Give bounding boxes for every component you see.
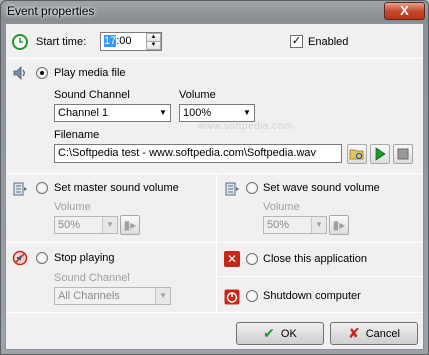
chevron-down-icon: ▼	[311, 217, 326, 233]
volume-control-icon	[224, 181, 240, 197]
cancel-label: Cancel	[365, 328, 400, 340]
browse-folder-button[interactable]	[347, 144, 367, 164]
wave-volume-test-button[interactable]: ▮▸	[329, 215, 349, 235]
speaker-icon	[12, 65, 28, 81]
wave-volume-label: Set wave sound volume	[263, 182, 380, 194]
stop-icon	[397, 148, 409, 160]
separator	[6, 312, 423, 313]
filename-input[interactable]: C:\Softpedia test - www.softpedia.com\So…	[54, 144, 342, 163]
wave-volume-radio[interactable]	[246, 182, 258, 194]
play-button[interactable]	[370, 144, 390, 164]
master-volume-select[interactable]: 50% ▼	[54, 216, 118, 234]
ok-label: OK	[280, 328, 297, 340]
separator	[6, 58, 423, 59]
chevron-down-icon: ▼	[155, 288, 170, 304]
start-time-hours: 17	[104, 35, 117, 47]
play-media-label: Play media file	[54, 67, 126, 79]
enabled-label: Enabled	[308, 36, 349, 48]
title-bar[interactable]: Event properties X	[1, 1, 428, 21]
start-time-spin-down[interactable]: ▼	[146, 41, 161, 50]
sound-channel-select[interactable]: Channel 1 ▼	[54, 104, 171, 122]
volume-label: Volume	[179, 89, 216, 101]
clock-icon	[12, 34, 28, 50]
window-close-button[interactable]: X	[384, 2, 425, 20]
stop-sound-icon	[12, 250, 28, 266]
start-time-label: Start time:	[36, 36, 87, 48]
window-title: Event properties	[7, 4, 95, 18]
watermark: www.softpedia.com	[198, 121, 293, 132]
stop-sound-channel-label: Sound Channel	[54, 272, 130, 284]
shutdown-label: Shutdown computer	[263, 290, 361, 302]
dialog-body: Start time: 17:00 ▲ ▼ ✓ Enabled Play med…	[5, 23, 424, 350]
chevron-down-icon: ▼	[102, 217, 117, 233]
master-volume-radio[interactable]	[36, 182, 48, 194]
start-time-minutes: :00	[116, 35, 132, 47]
master-volume-value: 50%	[58, 219, 81, 231]
close-app-label: Close this application	[263, 253, 367, 265]
close-app-icon: ✕	[224, 251, 240, 267]
sound-test-icon: ▮▸	[332, 218, 346, 232]
cross-icon: ✘	[348, 325, 360, 341]
volume-select[interactable]: 100% ▼	[179, 104, 255, 122]
separator	[6, 173, 423, 174]
play-media-radio[interactable]	[36, 67, 48, 79]
stop-button[interactable]	[393, 144, 413, 164]
shutdown-radio[interactable]	[246, 290, 258, 302]
master-volume-test-button[interactable]: ▮▸	[120, 215, 140, 235]
chevron-down-icon: ▼	[239, 105, 254, 121]
filename-label: Filename	[54, 129, 100, 141]
stop-sound-channel-select[interactable]: All Channels ▼	[54, 287, 171, 305]
volume-control-icon	[12, 181, 28, 197]
separator	[217, 276, 423, 277]
stop-playing-radio[interactable]	[36, 252, 48, 264]
wave-volume-value: 50%	[267, 219, 290, 231]
chevron-down-icon: ▼	[155, 105, 170, 121]
stop-playing-label: Stop playing	[54, 252, 115, 264]
checkmark-icon: ✔	[263, 325, 275, 341]
cancel-button[interactable]: ✘ Cancel	[330, 322, 418, 345]
stop-sound-channel-value: All Channels	[58, 290, 120, 302]
close-app-radio[interactable]	[246, 253, 258, 265]
wave-volume-select[interactable]: 50% ▼	[263, 216, 327, 234]
ok-button[interactable]: ✔ OK	[236, 322, 324, 345]
master-volume-volume-label: Volume	[54, 201, 91, 213]
sound-channel-value: Channel 1	[58, 107, 109, 119]
master-volume-label: Set master sound volume	[54, 182, 179, 194]
wave-volume-volume-label: Volume	[263, 201, 300, 213]
event-properties-window: Event properties X Start time: 17:00 ▲ ▼…	[0, 0, 429, 355]
separator	[6, 242, 423, 243]
filename-value: C:\Softpedia test - www.softpedia.com\So…	[58, 147, 317, 159]
play-icon	[375, 147, 386, 161]
sound-test-icon: ▮▸	[123, 218, 137, 232]
enabled-checkbox[interactable]: ✓	[290, 35, 303, 48]
volume-value: 100%	[183, 107, 212, 119]
power-icon	[224, 289, 240, 305]
folder-icon	[349, 149, 364, 160]
sound-channel-label: Sound Channel	[54, 89, 130, 101]
